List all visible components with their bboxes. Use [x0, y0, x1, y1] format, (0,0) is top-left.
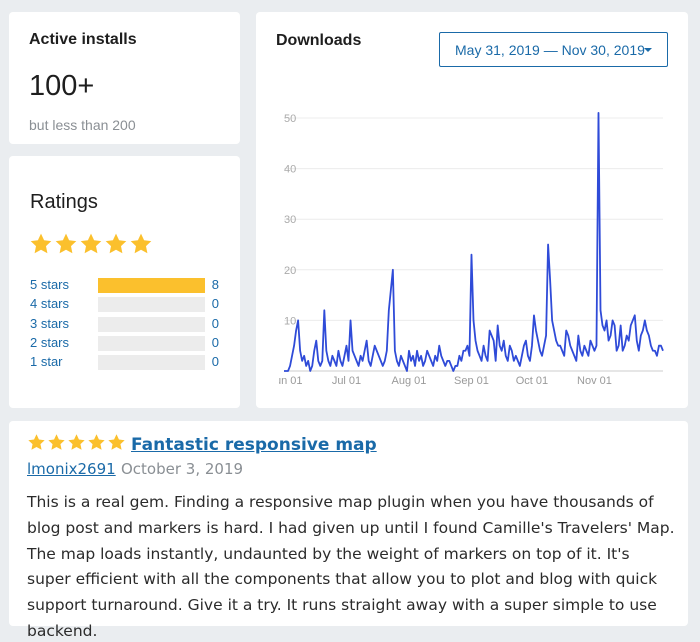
downloads-title: Downloads [276, 32, 362, 49]
average-rating-stars [29, 232, 153, 258]
x-tick-label: Sep 01 [454, 375, 489, 387]
review-body: This is a real gem. Finding a responsive… [27, 493, 675, 640]
review-rating-stars [27, 433, 126, 452]
rating-row-count: 8 [211, 277, 219, 292]
rating-row-label[interactable]: 1 star [30, 354, 63, 369]
star-icon [30, 233, 52, 254]
star-icon [28, 434, 45, 450]
review-card: Fantastic responsive map lmonix2691 Octo… [9, 421, 688, 640]
downloads-series-line [284, 112, 664, 372]
active-installs-title: Active installs [29, 31, 137, 48]
rating-row[interactable]: 2 stars 0 [30, 334, 230, 352]
rating-row[interactable]: 1 star 0 [30, 353, 230, 371]
review-date: October 3, 2019 [121, 460, 244, 478]
rating-row[interactable]: 4 stars 0 [30, 295, 230, 313]
downloads-chart: 1020304050Jun 01 Jul 01 Aug 01 Sep 01 Oct 01… [256, 112, 664, 389]
y-tick-label: 30 [284, 214, 296, 226]
rating-row[interactable]: 3 stars 0 [30, 315, 230, 333]
rating-row-count: 0 [211, 354, 219, 370]
y-tick-label: 50 [284, 113, 296, 125]
star-icon [80, 233, 102, 254]
y-tick-label: 40 [284, 164, 296, 176]
date-range-dropdown[interactable]: May 31, 2019 — Nov 30, 2019 [439, 32, 668, 67]
rating-row-bar [98, 278, 205, 293]
downloads-card: 10 20 30 40 50 Jun 01 Jul 01 Aug 01 Sep 01 Oct 01… [256, 12, 688, 408]
date-range-label: May 31, 2019 — Nov 30, 2019 [455, 41, 645, 58]
rating-row-count: 0 [211, 334, 219, 350]
x-tick-label: Jul 01 [332, 375, 361, 387]
rating-row-label[interactable]: 4 stars [30, 296, 69, 311]
rating-row-count: 0 [211, 315, 219, 331]
rating-row-bar [98, 297, 205, 313]
star-icon [48, 434, 65, 450]
x-tick-label: Oct 01 [516, 375, 548, 387]
active-installs-value: 100+ [29, 70, 95, 102]
rating-row-count: 0 [211, 296, 219, 312]
star-icon [108, 434, 125, 450]
chart-clip-mask [256, 373, 279, 389]
star-icon [55, 233, 77, 254]
rating-row-label[interactable]: 3 stars [30, 316, 69, 331]
y-tick-label: 10 [284, 315, 296, 327]
active-installs-card: Active installs 100+ but less than 200 [9, 12, 240, 144]
rating-row-label[interactable]: 5 stars [30, 277, 69, 292]
x-tick-label: Aug 01 [392, 375, 427, 387]
star-icon [68, 434, 85, 450]
star-icon [130, 233, 152, 254]
rating-row-bar [98, 316, 205, 332]
review-author-link[interactable]: lmonix2691 [27, 460, 116, 478]
rating-row[interactable]: 5 stars 8 [30, 276, 230, 294]
review-title-link[interactable]: Fantastic responsive map [131, 435, 377, 455]
rating-row-label[interactable]: 2 stars [30, 335, 69, 350]
chevron-down-icon [644, 48, 652, 52]
rating-row-bar [98, 355, 205, 371]
rating-row-bar [98, 335, 205, 351]
rating-row-bar-fill [98, 278, 205, 293]
ratings-title: Ratings [30, 191, 98, 213]
star-icon [88, 434, 105, 450]
x-tick-label: Nov 01 [577, 375, 612, 387]
star-icon [105, 233, 127, 254]
active-installs-subtitle: but less than 200 [29, 117, 136, 133]
y-tick-label: 20 [284, 265, 296, 277]
ratings-card: Ratings 5 stars 8 4 stars 0 3 stars 0 2 stars 0… [9, 156, 240, 408]
